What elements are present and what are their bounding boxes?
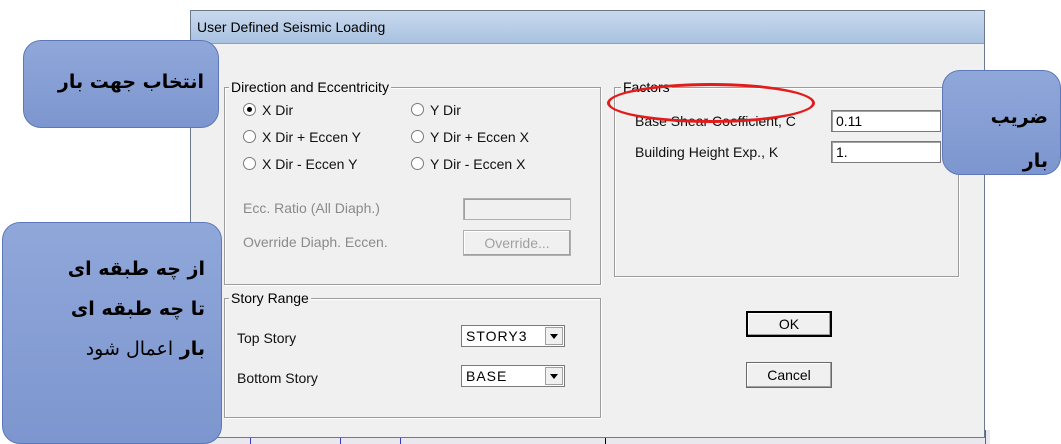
bottom-story-value: BASE bbox=[466, 368, 508, 384]
chevron-down-icon[interactable] bbox=[545, 327, 563, 345]
radio-indicator bbox=[411, 103, 424, 116]
radio-y-dir-eccen-x-plus[interactable]: Y Dir + Eccen X bbox=[411, 129, 529, 145]
radio-indicator bbox=[411, 130, 424, 143]
window-title: User Defined Seismic Loading bbox=[197, 19, 386, 35]
height-exp-label: Building Height Exp., K bbox=[635, 144, 779, 160]
radio-x-dir-eccen-y-plus[interactable]: X Dir + Eccen Y bbox=[243, 129, 361, 145]
bottom-story-select[interactable]: BASE bbox=[461, 365, 565, 387]
story-range-group: Story Range Top Story STORY3 Bottom Stor… bbox=[224, 290, 601, 418]
story-range-legend: Story Range bbox=[229, 290, 311, 306]
callout-story-range: از چه طبقه ای تا چه طبقه ای بار اعمال شو… bbox=[2, 222, 222, 444]
callout-story-line2: تا چه طبقه ای bbox=[70, 298, 205, 320]
base-shear-field[interactable]: 0.11 bbox=[831, 110, 941, 132]
top-story-value: STORY3 bbox=[466, 328, 528, 344]
callout-coefficient-line2: بار bbox=[1022, 150, 1048, 172]
radio-label: X Dir + Eccen Y bbox=[262, 129, 361, 145]
dialog-body: Direction and Eccentricity X Dir Y Dir X… bbox=[201, 49, 976, 429]
callout-coefficient-line1: ضریب bbox=[990, 106, 1048, 128]
radio-indicator bbox=[243, 157, 256, 170]
radio-indicator bbox=[411, 157, 424, 170]
top-story-label: Top Story bbox=[237, 330, 297, 346]
ecc-ratio-label: Ecc. Ratio (All Diaph.) bbox=[243, 200, 380, 216]
top-story-select[interactable]: STORY3 bbox=[461, 325, 565, 347]
height-exp-field[interactable]: 1. bbox=[831, 141, 941, 163]
callout-story-normal: اعمال شود bbox=[85, 338, 174, 360]
highlight-ring bbox=[607, 83, 815, 123]
ok-button[interactable]: OK bbox=[746, 311, 832, 337]
callout-story-line3: بار اعمال شود bbox=[3, 329, 205, 369]
callout-direction: انتخاب جهت بار bbox=[23, 40, 219, 128]
seismic-loading-dialog: User Defined Seismic Loading Direction a… bbox=[190, 10, 985, 438]
radio-label: X Dir - Eccen Y bbox=[262, 156, 358, 172]
direction-eccentricity-group: Direction and Eccentricity X Dir Y Dir X… bbox=[224, 79, 601, 285]
bottom-story-label: Bottom Story bbox=[237, 370, 318, 386]
callout-story-bold: بار bbox=[179, 338, 205, 360]
background-area bbox=[985, 0, 1061, 444]
callout-story-line1: از چه طبقه ای bbox=[67, 258, 205, 280]
radio-label: X Dir bbox=[262, 102, 294, 118]
radio-y-dir-eccen-x-minus[interactable]: Y Dir - Eccen X bbox=[411, 156, 525, 172]
radio-x-dir[interactable]: X Dir bbox=[243, 102, 293, 118]
callout-coefficient: ضریب بار bbox=[942, 70, 1061, 175]
radio-label: Y Dir + Eccen X bbox=[430, 129, 529, 145]
cancel-button[interactable]: Cancel bbox=[746, 362, 832, 388]
override-button[interactable]: Override... bbox=[463, 230, 571, 256]
direction-legend: Direction and Eccentricity bbox=[229, 79, 391, 95]
radio-x-dir-eccen-y-minus[interactable]: X Dir - Eccen Y bbox=[243, 156, 357, 172]
radio-label: Y Dir bbox=[430, 102, 461, 118]
radio-label: Y Dir - Eccen X bbox=[430, 156, 526, 172]
ecc-ratio-field[interactable] bbox=[463, 198, 571, 220]
radio-indicator bbox=[243, 130, 256, 143]
chevron-down-icon[interactable] bbox=[545, 367, 563, 385]
title-bar[interactable]: User Defined Seismic Loading bbox=[191, 11, 984, 44]
radio-y-dir[interactable]: Y Dir bbox=[411, 102, 461, 118]
override-diaph-label: Override Diaph. Eccen. bbox=[243, 234, 388, 250]
radio-indicator-checked bbox=[243, 103, 256, 116]
callout-direction-text: انتخاب جهت بار bbox=[57, 71, 204, 93]
